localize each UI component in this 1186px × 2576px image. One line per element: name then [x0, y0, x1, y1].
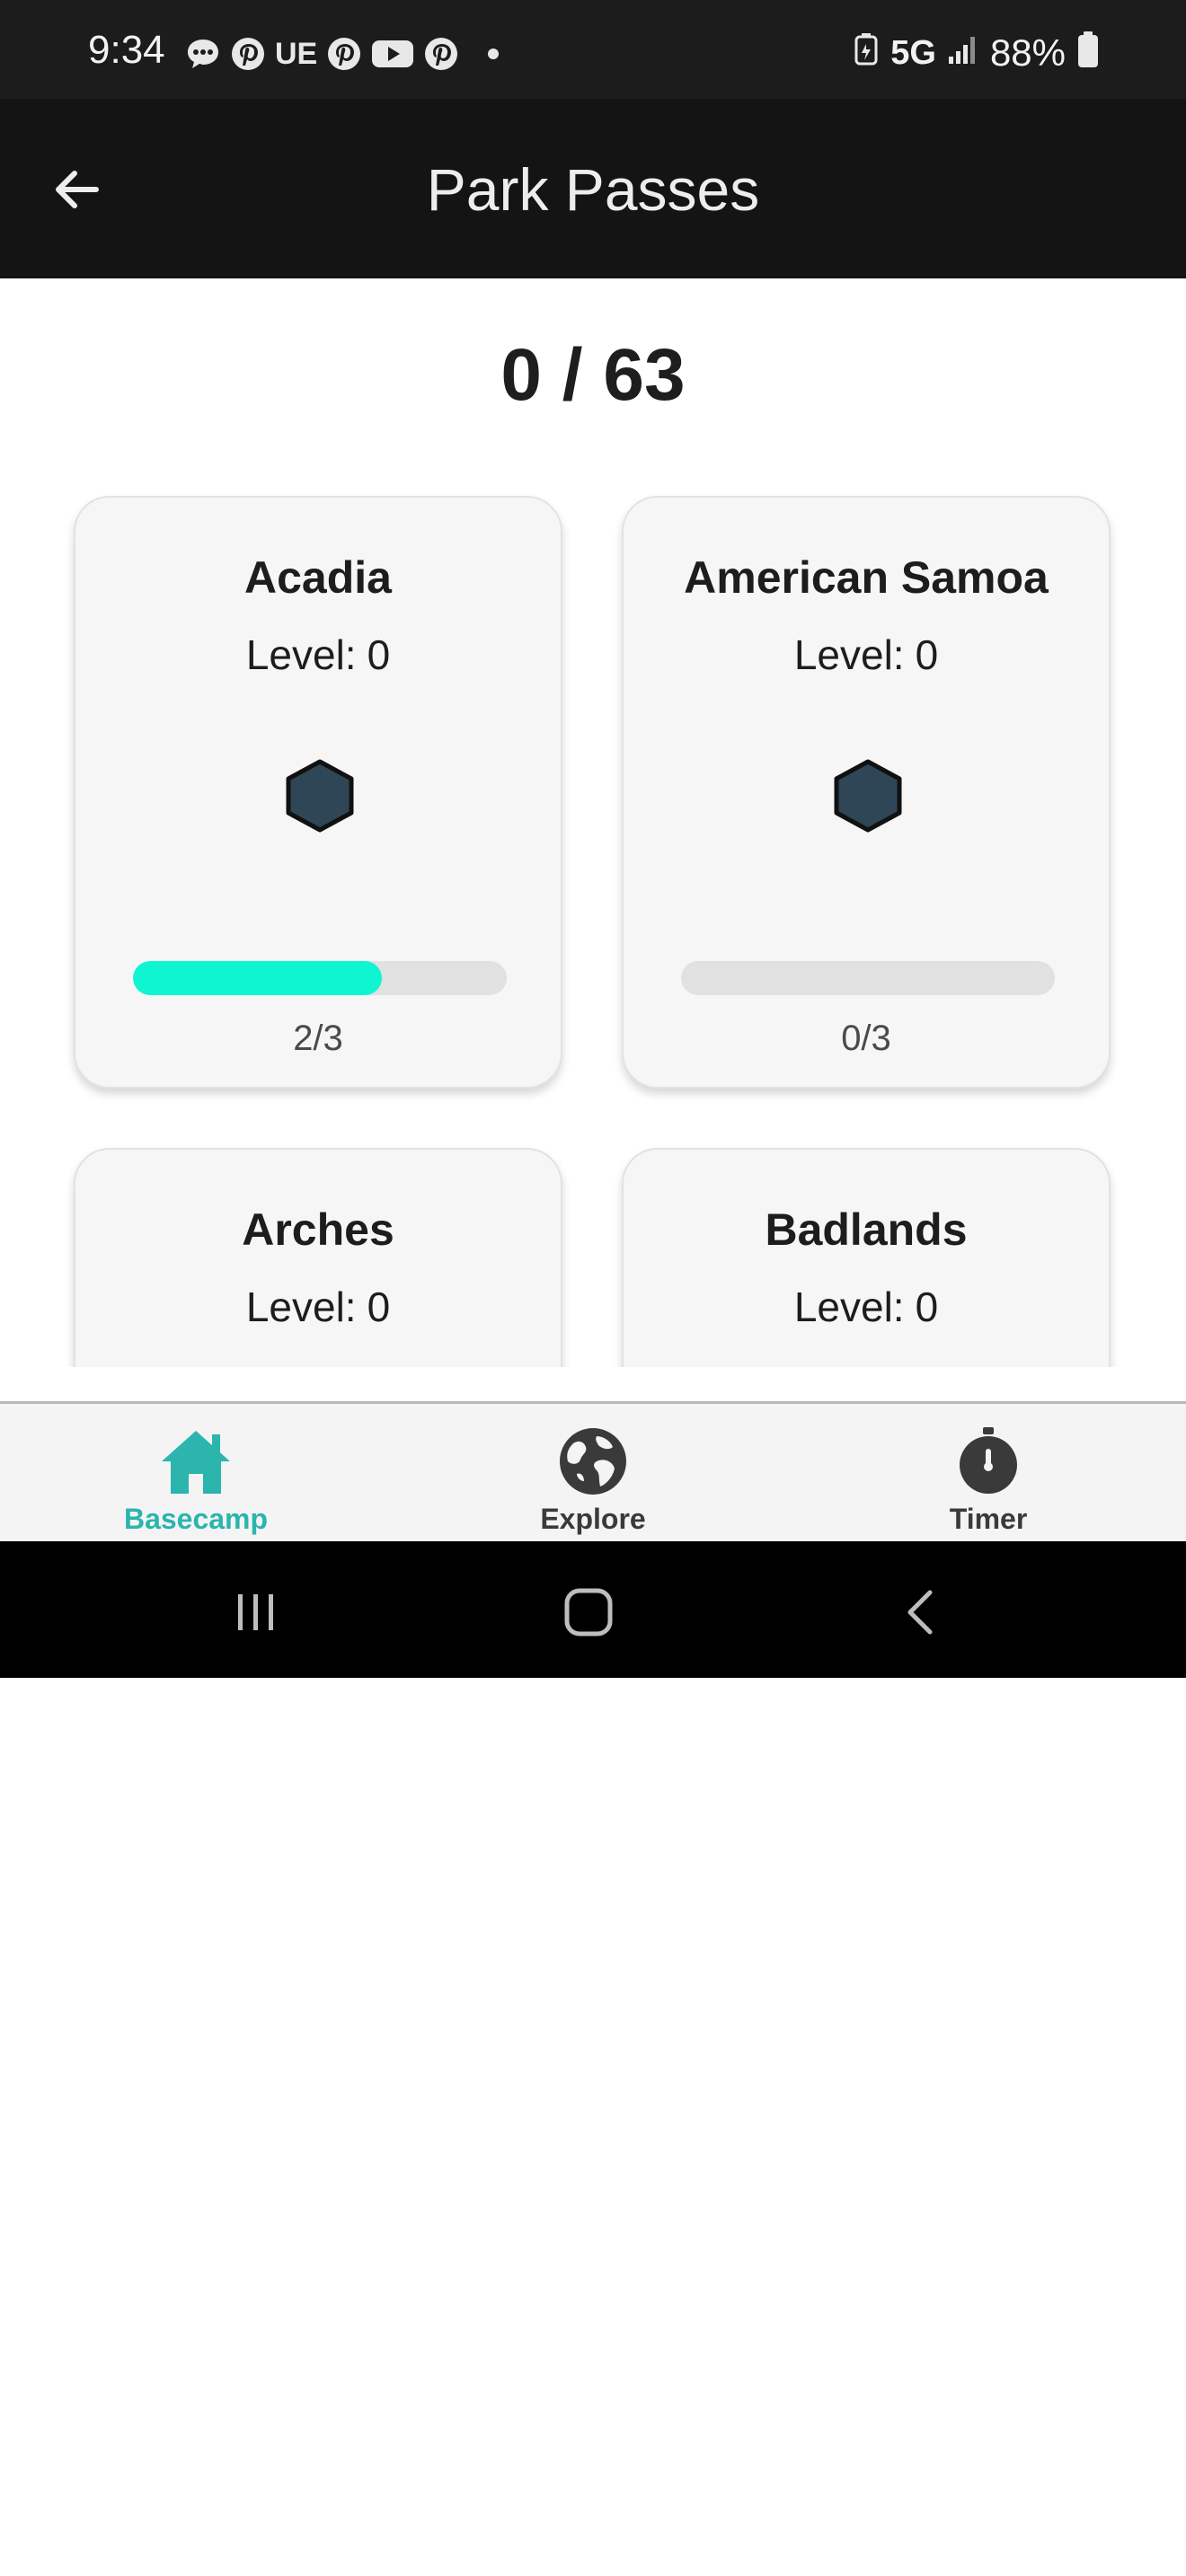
progress-text: 0/3 — [841, 1019, 891, 1058]
chat-bubble-icon — [185, 36, 221, 72]
battery-percent: 88% — [989, 31, 1066, 74]
park-name: Arches — [242, 1204, 394, 1255]
pinterest-icon — [230, 36, 266, 72]
youtube-icon — [371, 38, 414, 70]
status-time: 9:34 — [88, 28, 165, 72]
park-card-american-samoa[interactable]: American Samoa Level: 0 0/3 — [622, 496, 1111, 1089]
hexagon-badge-icon — [286, 759, 354, 833]
pinterest-icon — [326, 36, 362, 72]
pinterest-icon — [423, 36, 459, 72]
bottom-navigation: Basecamp Explore Timer — [0, 1401, 1186, 1541]
nav-label-explore: Explore — [540, 1503, 646, 1535]
level-value: 0 — [367, 631, 391, 678]
stopwatch-icon — [951, 1424, 1026, 1499]
level-label: Level: — [793, 1284, 905, 1330]
network-label: 5G — [890, 34, 936, 72]
park-card-badlands[interactable]: BadlandsLevel:00/3 — [622, 1148, 1111, 1367]
level-value: 0 — [367, 1284, 391, 1330]
home-button-icon[interactable] — [548, 1572, 629, 1653]
park-name: Badlands — [765, 1204, 968, 1255]
park-pass-grid: Acadia Level: 0 2/3 American Samoa Level: 0 0/… — [0, 467, 1186, 1367]
page-title: Park Passes — [426, 156, 760, 223]
progress-bar — [681, 961, 1055, 995]
nav-item-timer[interactable]: Timer — [890, 1424, 1087, 1542]
status-right: 5G 88% — [853, 31, 1100, 75]
battery-icon — [1076, 31, 1100, 75]
nav-label-basecamp: Basecamp — [123, 1503, 269, 1535]
park-level: Level: 0 — [75, 1283, 561, 1331]
level-label: Level: — [245, 631, 357, 678]
park-level: Level: 0 — [624, 631, 1109, 679]
nav-item-explore[interactable]: Explore — [494, 1424, 692, 1542]
level-value: 0 — [915, 631, 939, 678]
system-navigation-bar — [0, 1541, 1186, 1678]
park-card-arches[interactable]: ArchesLevel:00/3 — [74, 1148, 562, 1367]
progress-bar — [133, 961, 507, 995]
battery-saver-icon — [853, 31, 880, 75]
more-dot-icon — [488, 49, 500, 59]
progress-text: 2/3 — [293, 1019, 343, 1058]
app-bar: Park Passes — [0, 99, 1186, 278]
recents-icon[interactable] — [216, 1572, 296, 1653]
hexagon-badge-icon — [834, 759, 902, 833]
park-card-acadia[interactable]: Acadia Level: 0 2/3 — [74, 496, 562, 1089]
progress-fill — [133, 961, 383, 995]
park-name: Acadia — [244, 552, 392, 603]
level-value: 0 — [915, 1284, 939, 1330]
status-bar: 9:34 UE 5G 88% — [0, 0, 1186, 99]
total-passes-counter: 0 / 63 — [500, 334, 686, 416]
level-label: Level: — [793, 631, 905, 678]
park-level: Level: 0 — [75, 631, 561, 679]
notification-icons: UE — [185, 36, 500, 72]
park-name: American Samoa — [684, 552, 1049, 603]
back-chevron-icon[interactable] — [881, 1572, 961, 1653]
park-level: Level: 0 — [624, 1283, 1109, 1331]
nav-label-timer: Timer — [949, 1503, 1028, 1535]
globe-icon — [555, 1424, 631, 1499]
signal-icon — [947, 33, 979, 73]
nav-item-basecamp[interactable]: Basecamp — [97, 1424, 295, 1542]
level-label: Level: — [245, 1284, 357, 1330]
ue-icon: UE — [275, 36, 318, 71]
home-icon — [158, 1424, 234, 1499]
